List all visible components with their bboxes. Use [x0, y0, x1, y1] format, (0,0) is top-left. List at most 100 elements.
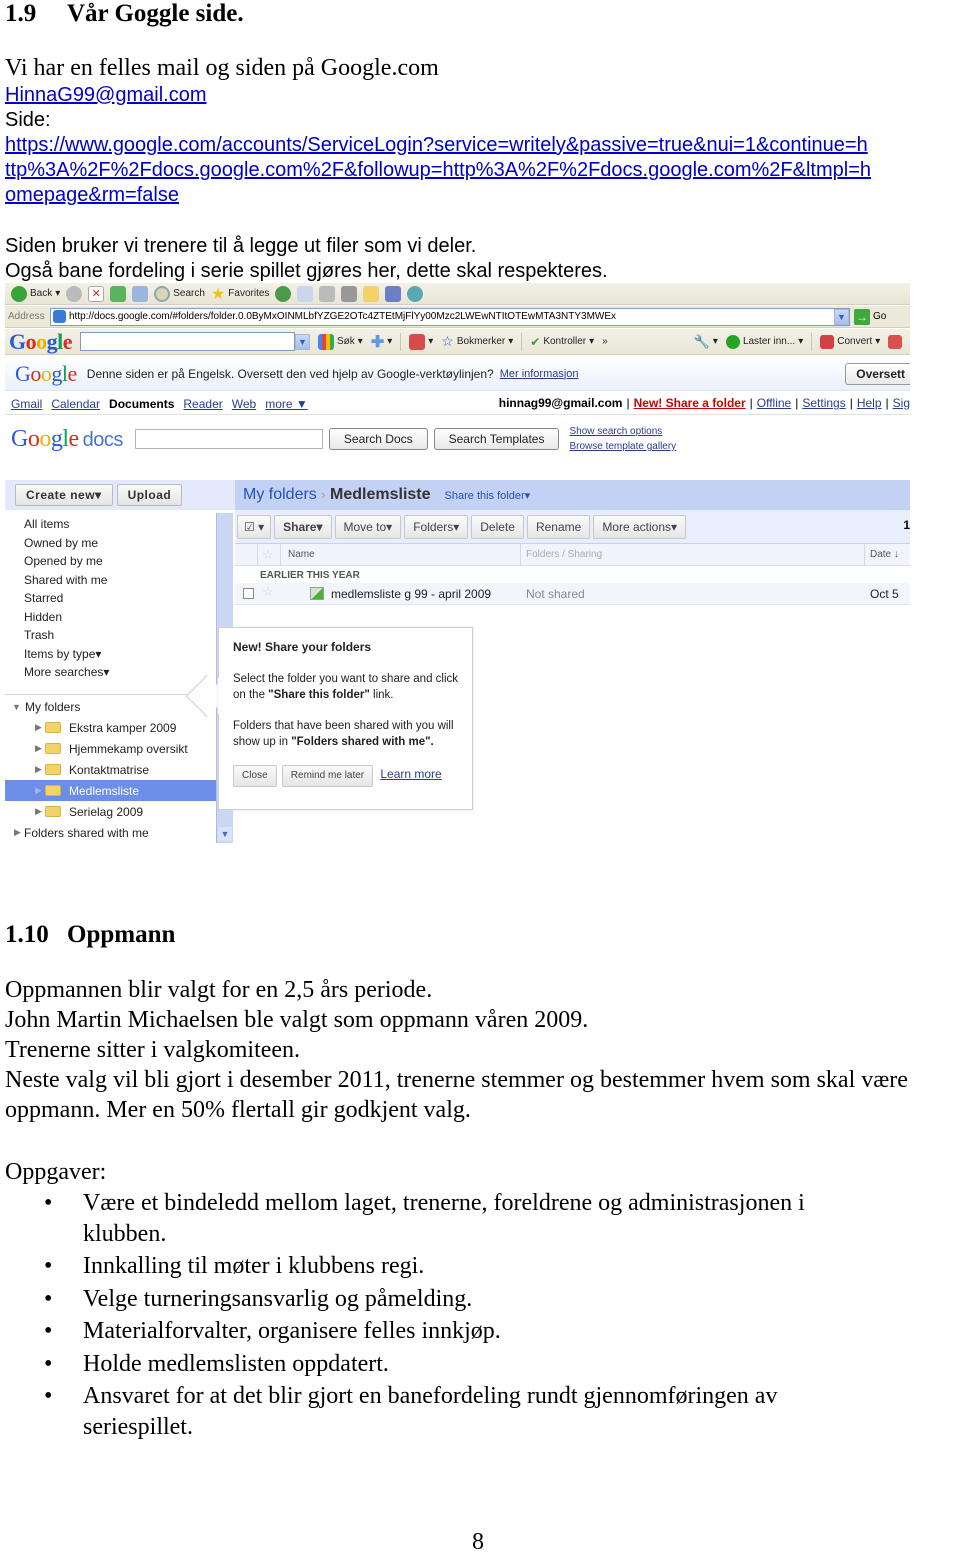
- folder-icon[interactable]: [363, 285, 380, 302]
- translate-button[interactable]: Oversett: [845, 363, 910, 385]
- column-name[interactable]: Name: [288, 549, 315, 560]
- forward-arrow-icon[interactable]: [66, 285, 83, 302]
- refresh-icon[interactable]: [110, 285, 127, 302]
- filter-shared-with-me[interactable]: Shared with me: [24, 571, 109, 590]
- url-line[interactable]: omepage&rm=false: [5, 183, 960, 208]
- popup-blocker-button[interactable]: ▾: [409, 333, 433, 350]
- search-docs-button[interactable]: Search Docs: [328, 428, 428, 450]
- filter-items-by-type[interactable]: Items by type▾: [24, 645, 109, 664]
- mail-icon[interactable]: [297, 285, 314, 302]
- expand-right-icon[interactable]: ▶: [14, 827, 24, 838]
- toolbar-search-dropdown-icon[interactable]: ▼: [295, 333, 311, 350]
- url-line[interactable]: https://www.google.com/accounts/ServiceL…: [5, 133, 960, 158]
- history-icon[interactable]: [275, 285, 292, 302]
- nav-calendar[interactable]: Calendar: [51, 397, 100, 411]
- delete-button[interactable]: Delete: [471, 514, 524, 539]
- file-name[interactable]: medlemsliste g 99 - april 2009: [331, 587, 491, 601]
- table-row[interactable]: ☆ medlemsliste g 99 - april 2009 Not sha…: [235, 583, 910, 605]
- sok-button[interactable]: Søk ▾: [318, 333, 363, 350]
- edit-icon[interactable]: [341, 285, 358, 302]
- browse-template-gallery-link[interactable]: Browse template gallery: [569, 439, 676, 454]
- offline-link[interactable]: Offline: [757, 396, 791, 410]
- sign-out-link[interactable]: Sig: [893, 396, 910, 410]
- upload-button[interactable]: Upload: [116, 484, 183, 506]
- translate-bar: Google Denne siden er på Engelsk. Overse…: [5, 357, 910, 391]
- column-folders-sharing[interactable]: Folders / Sharing: [526, 549, 602, 560]
- tree-folder-item[interactable]: ▶ Hjemmekamp oversikt: [5, 738, 235, 759]
- tree-folder-item[interactable]: ▶ Kontaktmatrise: [5, 759, 235, 780]
- settings-wrench-button[interactable]: 🔧 ▾: [694, 334, 718, 350]
- settings-link[interactable]: Settings: [802, 396, 845, 410]
- plus-button[interactable]: ✚ ▾: [371, 332, 392, 352]
- scroll-down-icon[interactable]: ▼: [218, 827, 232, 841]
- nav-web[interactable]: Web: [232, 397, 256, 411]
- more-actions-button[interactable]: More actions▾: [593, 514, 687, 539]
- select-checkbox-dropdown[interactable]: ☑ ▾: [237, 514, 272, 539]
- nav-documents[interactable]: Documents: [109, 397, 174, 411]
- rename-button[interactable]: Rename: [526, 514, 591, 539]
- row-star-icon[interactable]: ☆: [262, 584, 274, 600]
- spellcheck-button[interactable]: ✔ Kontroller ▾: [530, 335, 594, 349]
- bookmarks-button[interactable]: ☆ Bokmerker ▾: [441, 333, 513, 350]
- home-icon[interactable]: [132, 285, 149, 302]
- google-toolbar-search-input[interactable]: [80, 332, 296, 351]
- stop-icon[interactable]: ✕: [88, 285, 105, 302]
- filter-trash[interactable]: Trash: [24, 626, 109, 645]
- filter-all-items[interactable]: All items: [24, 515, 109, 534]
- search-button[interactable]: Search: [154, 285, 205, 302]
- search-templates-button[interactable]: Search Templates: [433, 428, 560, 450]
- google-toolbar-logo: Google: [9, 328, 73, 354]
- tree-folders-shared-with-me[interactable]: ▶ Folders shared with me: [5, 822, 235, 843]
- docs-search-input[interactable]: [134, 429, 323, 449]
- filter-starred[interactable]: Starred: [24, 589, 109, 608]
- go-button[interactable]: → Go: [854, 308, 886, 325]
- expand-down-icon[interactable]: ▼: [12, 702, 22, 712]
- share-button[interactable]: Share▾: [274, 514, 332, 539]
- breadcrumb-my-folders[interactable]: My folders: [243, 486, 317, 503]
- nav-more[interactable]: more ▼: [265, 397, 308, 411]
- help-link[interactable]: Help: [857, 396, 882, 410]
- share-this-folder-link[interactable]: Share this folder▾: [445, 489, 531, 502]
- column-date[interactable]: Date ↓: [870, 549, 899, 560]
- popup-learn-more-link[interactable]: Learn more: [380, 767, 441, 781]
- more-info-link[interactable]: Mer informasjon: [500, 368, 579, 380]
- expand-right-icon[interactable]: ▶: [35, 764, 45, 775]
- login-url-link[interactable]: https://www.google.com/accounts/ServiceL…: [5, 133, 960, 208]
- favorites-button[interactable]: ★ Favorites: [211, 284, 269, 304]
- tree-folder-item-selected[interactable]: ▶ Medlemsliste: [5, 780, 216, 801]
- print-icon[interactable]: [319, 285, 336, 302]
- address-input[interactable]: http://docs.google.com/#folders/folder.0…: [50, 307, 850, 326]
- tree-folder-item[interactable]: ▶ Ekstra kamper 2009: [5, 717, 235, 738]
- pdf-icon[interactable]: [888, 334, 903, 349]
- more-chevron[interactable]: »: [602, 336, 608, 347]
- nav-gmail[interactable]: Gmail: [11, 397, 42, 411]
- back-button[interactable]: Back ▾: [11, 285, 60, 302]
- nav-reader[interactable]: Reader: [183, 397, 222, 411]
- popup-close-button[interactable]: Close: [233, 765, 277, 787]
- move-to-button[interactable]: Move to▾: [334, 514, 402, 539]
- filter-owned-by-me[interactable]: Owned by me: [24, 534, 109, 553]
- popup-remind-later-button[interactable]: Remind me later: [281, 765, 374, 787]
- messenger-icon[interactable]: [407, 285, 424, 302]
- convert-button[interactable]: Convert ▾: [820, 334, 880, 349]
- expand-right-icon[interactable]: ▶: [35, 785, 45, 796]
- research-icon[interactable]: [385, 285, 402, 302]
- paragraph: John Martin Michaelsen ble valgt som opp…: [5, 1007, 589, 1033]
- share-folder-link[interactable]: New! Share a folder: [634, 396, 746, 410]
- filter-opened-by-me[interactable]: Opened by me: [24, 552, 109, 571]
- filter-hidden[interactable]: Hidden: [24, 608, 109, 627]
- filter-more-searches[interactable]: More searches▾: [24, 663, 109, 682]
- address-dropdown-icon[interactable]: ▼: [834, 308, 849, 325]
- expand-right-icon[interactable]: ▶: [35, 722, 45, 733]
- expand-right-icon[interactable]: ▶: [35, 806, 45, 817]
- url-line[interactable]: ttp%3A%2F%2Fdocs.google.com%2F&followup=…: [5, 158, 960, 183]
- back-arrow-icon: [11, 285, 27, 302]
- folders-button[interactable]: Folders▾: [404, 514, 469, 539]
- create-new-button[interactable]: Create new▾: [15, 484, 113, 506]
- tree-folder-item[interactable]: ▶ Serielag 2009: [5, 801, 235, 822]
- expand-right-icon[interactable]: ▶: [35, 743, 45, 754]
- show-search-options-link[interactable]: Show search options: [569, 424, 676, 439]
- row-checkbox[interactable]: [243, 588, 254, 599]
- email-link[interactable]: HinnaG99@gmail.com: [5, 84, 207, 106]
- popup-title: New! Share your folders: [233, 640, 372, 654]
